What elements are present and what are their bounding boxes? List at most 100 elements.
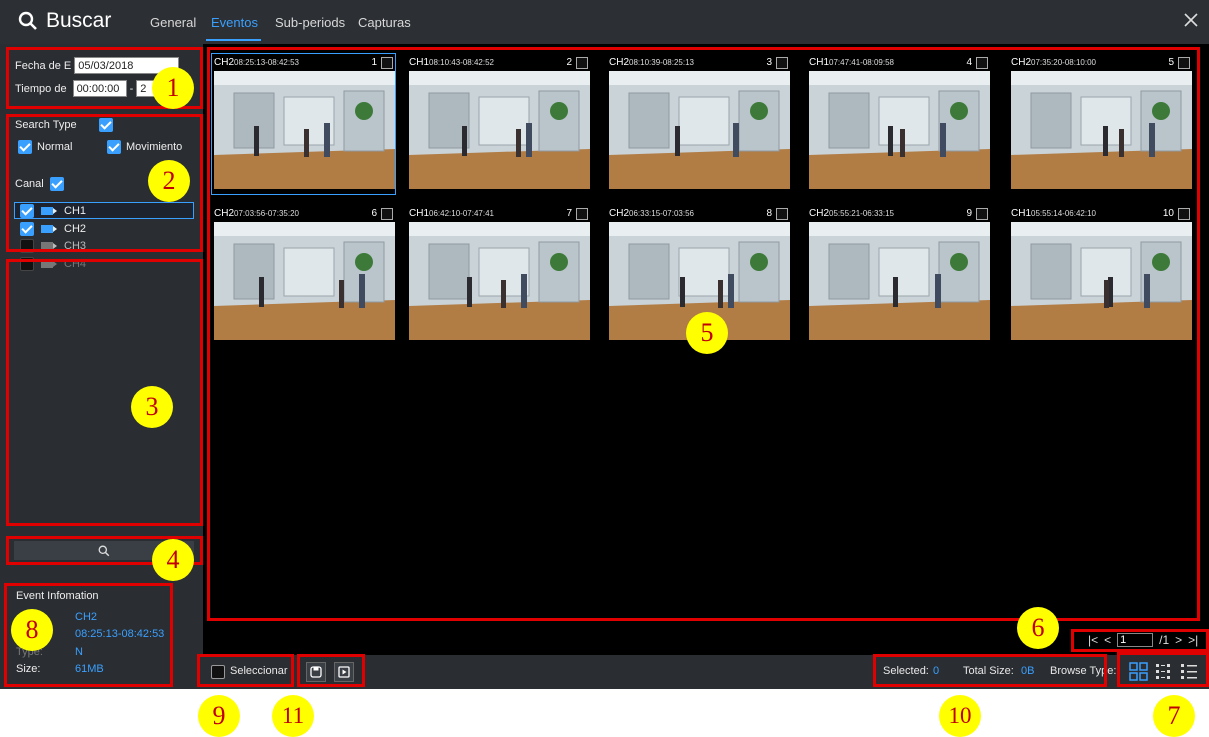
tab-eventos[interactable]: Eventos bbox=[211, 15, 258, 30]
event-checkbox[interactable] bbox=[1178, 208, 1190, 220]
event-thumbnail[interactable]: CH105:55:14-06:42:10 10 bbox=[1009, 205, 1192, 345]
event-info-time: 08:25:13-08:42:53 bbox=[75, 628, 165, 640]
search-type-checkbox[interactable] bbox=[98, 118, 113, 132]
event-thumbnail[interactable]: CH207:03:56-07:35:20 6 bbox=[212, 205, 395, 345]
event-thumbnail[interactable]: CH207:35:20-08:10:00 5 bbox=[1009, 54, 1192, 194]
channel-ch4-checkbox[interactable] bbox=[20, 256, 34, 271]
event-time: 05:55:14-06:42:10 bbox=[1031, 209, 1096, 218]
movement-checkbox[interactable] bbox=[107, 140, 121, 154]
event-time: 07:03:56-07:35:20 bbox=[234, 209, 299, 218]
event-thumbnail[interactable]: CH106:42:10-07:47:41 7 bbox=[407, 205, 590, 345]
event-checkbox[interactable] bbox=[976, 208, 988, 220]
time-label: Tiempo de bbox=[15, 82, 67, 95]
filter-panel: Fecha de E 05/03/2018 Tiempo de 00:00:00… bbox=[0, 44, 203, 689]
time-start-field[interactable]: 00:00:00 bbox=[72, 80, 127, 97]
event-thumbnail[interactable]: CH208:25:13-08:42:53 1 bbox=[211, 53, 396, 195]
event-checkbox[interactable] bbox=[576, 208, 588, 220]
grid-view-icon[interactable] bbox=[1129, 662, 1148, 681]
backup-button[interactable] bbox=[306, 662, 326, 682]
event-label: CH208:25:13-08:42:53 bbox=[214, 57, 299, 68]
page-number-input[interactable]: 1 bbox=[1117, 633, 1154, 647]
event-thumbnail[interactable]: CH208:10:39-08:25:13 3 bbox=[607, 54, 790, 194]
prev-page-icon[interactable]: < bbox=[1104, 633, 1111, 647]
top-bar: Buscar General Eventos Sub-periods Captu… bbox=[0, 0, 1209, 44]
event-time: 08:25:13-08:42:53 bbox=[234, 58, 299, 67]
search-type-label: Search Type bbox=[15, 119, 77, 131]
event-checkbox[interactable] bbox=[381, 57, 393, 69]
detail-grid-icon[interactable] bbox=[1155, 662, 1174, 681]
camera-icon bbox=[41, 241, 57, 250]
event-label: CH206:33:15-07:03:56 bbox=[609, 208, 694, 219]
channel-ch3-checkbox[interactable] bbox=[20, 238, 34, 253]
movement-label: Movimiento bbox=[126, 141, 183, 153]
channel-ch2-label: CH2 bbox=[64, 222, 87, 235]
channel-item-ch4[interactable]: CH4 bbox=[14, 255, 194, 272]
list-view-icon[interactable] bbox=[1180, 662, 1199, 681]
annotation-badge-7: 7 bbox=[1153, 695, 1195, 737]
play-button[interactable] bbox=[334, 662, 354, 682]
event-number: 4 bbox=[966, 57, 972, 68]
annotation-badge-1: 1 bbox=[152, 67, 194, 109]
event-label: CH105:55:14-06:42:10 bbox=[1011, 208, 1096, 219]
event-number: 6 bbox=[371, 208, 377, 219]
event-checkbox[interactable] bbox=[381, 208, 393, 220]
event-channel: CH1 bbox=[809, 57, 830, 68]
event-time: 07:47:41-08:09:58 bbox=[829, 58, 894, 67]
camera-icon bbox=[41, 224, 57, 233]
first-page-icon[interactable]: |< bbox=[1088, 633, 1098, 647]
event-time: 07:35:20-08:10:00 bbox=[1031, 58, 1096, 67]
event-time: 06:33:15-07:03:56 bbox=[629, 209, 694, 218]
event-channel: CH2 bbox=[809, 208, 830, 219]
channel-all-checkbox[interactable] bbox=[49, 177, 64, 191]
event-checkbox[interactable] bbox=[976, 57, 988, 69]
bottom-bar: Seleccionar Selected: 0 Total Size: 0B B… bbox=[203, 655, 1209, 689]
event-thumbnail[interactable]: CH108:10:43-08:42:52 2 bbox=[407, 54, 590, 194]
event-snapshot bbox=[809, 222, 990, 340]
channel-ch1-checkbox[interactable] bbox=[20, 203, 34, 218]
event-time: 08:10:43-08:42:52 bbox=[429, 58, 494, 67]
next-page-icon[interactable]: > bbox=[1175, 633, 1182, 647]
event-channel: CH1 bbox=[409, 57, 430, 68]
event-checkbox[interactable] bbox=[776, 208, 788, 220]
event-number: 8 bbox=[766, 208, 772, 219]
save-icon bbox=[310, 666, 322, 678]
tab-capturas[interactable]: Capturas bbox=[358, 15, 411, 30]
annotation-badge-5: 5 bbox=[686, 312, 728, 354]
event-time: 05:55:21-06:33:15 bbox=[829, 209, 894, 218]
event-label: CH107:47:41-08:09:58 bbox=[809, 57, 894, 68]
event-label: CH207:35:20-08:10:00 bbox=[1011, 57, 1096, 68]
event-number: 9 bbox=[966, 208, 972, 219]
close-icon[interactable] bbox=[1183, 12, 1199, 28]
event-thumbnail[interactable]: CH107:47:41-08:09:58 4 bbox=[807, 54, 990, 194]
event-checkbox[interactable] bbox=[1178, 57, 1190, 69]
event-info-size-label: Size: bbox=[16, 663, 41, 675]
total-size-label: Total Size: bbox=[963, 665, 1014, 677]
event-label: CH205:55:21-06:33:15 bbox=[809, 208, 894, 219]
event-thumbnail[interactable]: CH205:55:21-06:33:15 9 bbox=[807, 205, 990, 345]
tab-sub-periods[interactable]: Sub-periods bbox=[275, 15, 345, 30]
channel-item-ch2[interactable]: CH2 bbox=[14, 220, 194, 237]
normal-checkbox[interactable] bbox=[18, 140, 32, 154]
event-number: 1 bbox=[371, 57, 377, 68]
channel-item-ch1[interactable]: CH1 bbox=[14, 202, 194, 219]
event-number: 3 bbox=[766, 57, 772, 68]
channel-ch2-checkbox[interactable] bbox=[20, 221, 34, 236]
camera-icon bbox=[41, 206, 57, 215]
search-icon bbox=[18, 11, 37, 30]
event-snapshot bbox=[409, 222, 590, 340]
event-info-heading: Event Infomation bbox=[16, 590, 99, 602]
play-icon bbox=[338, 666, 350, 678]
selected-count: 0 bbox=[933, 665, 940, 677]
event-checkbox[interactable] bbox=[576, 57, 588, 69]
total-size-value: 0B bbox=[1021, 665, 1035, 677]
select-all-label: Seleccionar bbox=[230, 665, 288, 677]
select-all-checkbox[interactable] bbox=[211, 665, 225, 679]
annotation-badge-9: 9 bbox=[198, 695, 240, 737]
event-label: CH106:42:10-07:47:41 bbox=[409, 208, 494, 219]
event-checkbox[interactable] bbox=[776, 57, 788, 69]
active-tab-indicator bbox=[206, 39, 261, 41]
channel-item-ch3[interactable]: CH3 bbox=[14, 237, 194, 254]
last-page-icon[interactable]: >| bbox=[1188, 633, 1198, 647]
date-label: Fecha de E bbox=[15, 59, 72, 72]
tab-general[interactable]: General bbox=[150, 15, 196, 30]
